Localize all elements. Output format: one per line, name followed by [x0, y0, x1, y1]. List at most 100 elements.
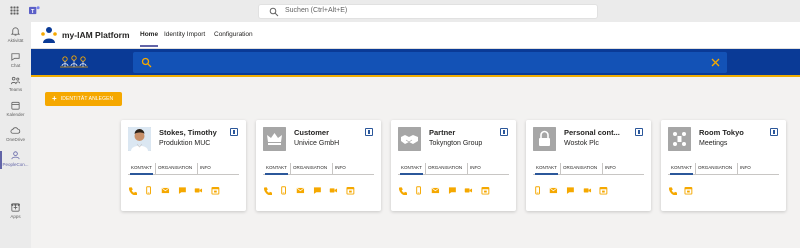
contact-card-icon[interactable] — [770, 128, 778, 136]
identity-name[interactable]: Room Tokyo — [699, 128, 765, 137]
identity-search-input[interactable] — [157, 55, 697, 70]
contact-card-icon[interactable] — [500, 128, 508, 136]
rail-item-teams[interactable]: Teams — [0, 73, 31, 97]
video-icon[interactable] — [464, 186, 473, 195]
card-tab-info[interactable]: INFO — [740, 165, 751, 170]
identity-search-field[interactable] — [133, 52, 727, 73]
calendar-icon[interactable] — [346, 186, 355, 195]
teams-logo-icon: T — [29, 6, 40, 15]
active-indicator — [0, 151, 2, 169]
phone-icon[interactable] — [398, 186, 407, 195]
card-tab-organisation[interactable]: ORGANISATION — [428, 165, 462, 170]
mail-icon[interactable] — [549, 186, 558, 195]
calendar-icon — [11, 101, 20, 110]
calendar-icon[interactable] — [211, 186, 220, 195]
teams-icon — [10, 76, 21, 85]
rail-item-chat[interactable]: Chat — [0, 49, 31, 73]
calendar-icon[interactable] — [481, 186, 490, 195]
clear-search-icon[interactable] — [710, 57, 721, 68]
tab-label: Home — [140, 31, 159, 38]
search-icon — [141, 57, 152, 68]
mail-icon[interactable] — [296, 186, 305, 195]
tab-divider — [197, 163, 198, 175]
peoplecon-icon — [11, 151, 20, 160]
card-tabs: KONTAKT ORGANISATION INFO — [128, 163, 239, 175]
rail-item-apps[interactable]: Apps — [0, 200, 31, 224]
chat-icon[interactable] — [566, 186, 575, 195]
rail-label: Apps — [10, 214, 21, 219]
active-tab-underline — [140, 45, 159, 47]
video-icon[interactable] — [194, 186, 203, 195]
teams-app-rail: Aktivität Chat Teams Kalender OneDrive P… — [0, 22, 31, 248]
phone-icon[interactable] — [128, 186, 137, 195]
teams-search-box[interactable]: Suchen (Ctrl+Alt+E) — [258, 4, 598, 19]
card-tab-kontakt[interactable]: KONTAKT — [265, 165, 288, 175]
people-network-logo-icon — [60, 55, 88, 68]
identity-card[interactable]: Partner Tokyngton Group KONTAKT ORGANISATIO… — [391, 120, 516, 211]
tab-divider — [155, 163, 156, 175]
rail-item-peoplecon[interactable]: PeopleCon... — [0, 148, 31, 172]
identity-card[interactable]: Customer Univice GmbH KONTAKT ORGANISATION I… — [256, 120, 381, 211]
rail-item-activity[interactable]: Aktivität — [0, 24, 31, 48]
identity-card[interactable]: Room Tokyo Meetings KONTAKT ORGANISATION INF… — [661, 120, 786, 211]
identity-name[interactable]: Customer — [294, 128, 360, 137]
chat-icon[interactable] — [178, 186, 187, 195]
identity-name[interactable]: Stokes, Timothy — [159, 128, 225, 137]
card-tab-info[interactable]: INFO — [605, 165, 616, 170]
mobile-icon[interactable] — [279, 186, 288, 195]
video-icon[interactable] — [329, 186, 338, 195]
card-tabs: KONTAKT ORGANISATION INFO — [533, 163, 644, 175]
contact-card-icon[interactable] — [365, 128, 373, 136]
card-tab-organisation[interactable]: ORGANISATION — [158, 165, 192, 170]
app-launcher-icon[interactable] — [10, 6, 19, 15]
tab-divider — [425, 163, 426, 175]
card-tab-kontakt[interactable]: KONTAKT — [130, 165, 153, 175]
mail-icon[interactable] — [161, 186, 170, 195]
lock-icon — [533, 127, 556, 151]
identity-subtitle: Produktion MUC — [159, 140, 211, 147]
identity-card[interactable]: Personal cont... Wostok Plc KONTAKT ORGANIS… — [526, 120, 651, 211]
identity-card[interactable]: Stokes, Timothy Produktion MUC KONTAKT ORGA… — [121, 120, 246, 211]
teams-top-bar: T Suchen (Ctrl+Alt+E) — [0, 0, 800, 22]
app-header: my-IAM Platform Home Identity Import Con… — [31, 22, 800, 49]
contact-card-icon[interactable] — [635, 128, 643, 136]
mail-icon[interactable] — [431, 186, 440, 195]
chat-icon[interactable] — [448, 186, 457, 195]
card-tab-kontakt[interactable]: KONTAKT — [535, 165, 558, 175]
add-identity-button[interactable]: + IDENTITÄT ANLEGEN — [45, 92, 122, 106]
tab-identity-import[interactable]: Identity Import — [164, 31, 205, 38]
card-tab-organisation[interactable]: ORGANISATION — [698, 165, 732, 170]
video-icon[interactable] — [583, 186, 592, 195]
apps-icon — [11, 203, 20, 212]
card-tab-kontakt[interactable]: KONTAKT — [400, 165, 423, 175]
mobile-icon[interactable] — [533, 186, 542, 195]
card-tab-info[interactable]: INFO — [470, 165, 481, 170]
identity-name[interactable]: Personal cont... — [564, 128, 630, 137]
rail-item-calendar[interactable]: Kalender — [0, 98, 31, 122]
card-tab-info[interactable]: INFO — [200, 165, 211, 170]
card-tab-info[interactable]: INFO — [335, 165, 346, 170]
contact-card-icon[interactable] — [230, 128, 238, 136]
search-banner — [31, 49, 800, 77]
identity-name[interactable]: Partner — [429, 128, 495, 137]
cloud-icon — [10, 127, 21, 134]
mobile-icon[interactable] — [414, 186, 423, 195]
calendar-icon[interactable] — [599, 186, 608, 195]
calendar-icon[interactable] — [684, 186, 693, 195]
tab-home[interactable]: Home — [140, 31, 159, 47]
card-tab-organisation[interactable]: ORGANISATION — [293, 165, 327, 170]
card-tabs: KONTAKT ORGANISATION INFO — [398, 163, 509, 175]
card-tabs: KONTAKT ORGANISATION INFO — [668, 163, 779, 175]
phone-icon[interactable] — [668, 186, 677, 195]
card-tab-kontakt[interactable]: KONTAKT — [670, 165, 693, 175]
crown-icon — [263, 127, 286, 151]
teams-search-placeholder: Suchen (Ctrl+Alt+E) — [285, 7, 348, 14]
tab-divider — [290, 163, 291, 175]
tab-configuration[interactable]: Configuration — [214, 31, 253, 38]
chat-icon[interactable] — [313, 186, 322, 195]
rail-item-onedrive[interactable]: OneDrive — [0, 123, 31, 147]
phone-icon[interactable] — [263, 186, 272, 195]
mobile-icon[interactable] — [144, 186, 153, 195]
app-title: my-IAM Platform — [62, 30, 130, 40]
card-tab-organisation[interactable]: ORGANISATION — [563, 165, 597, 170]
